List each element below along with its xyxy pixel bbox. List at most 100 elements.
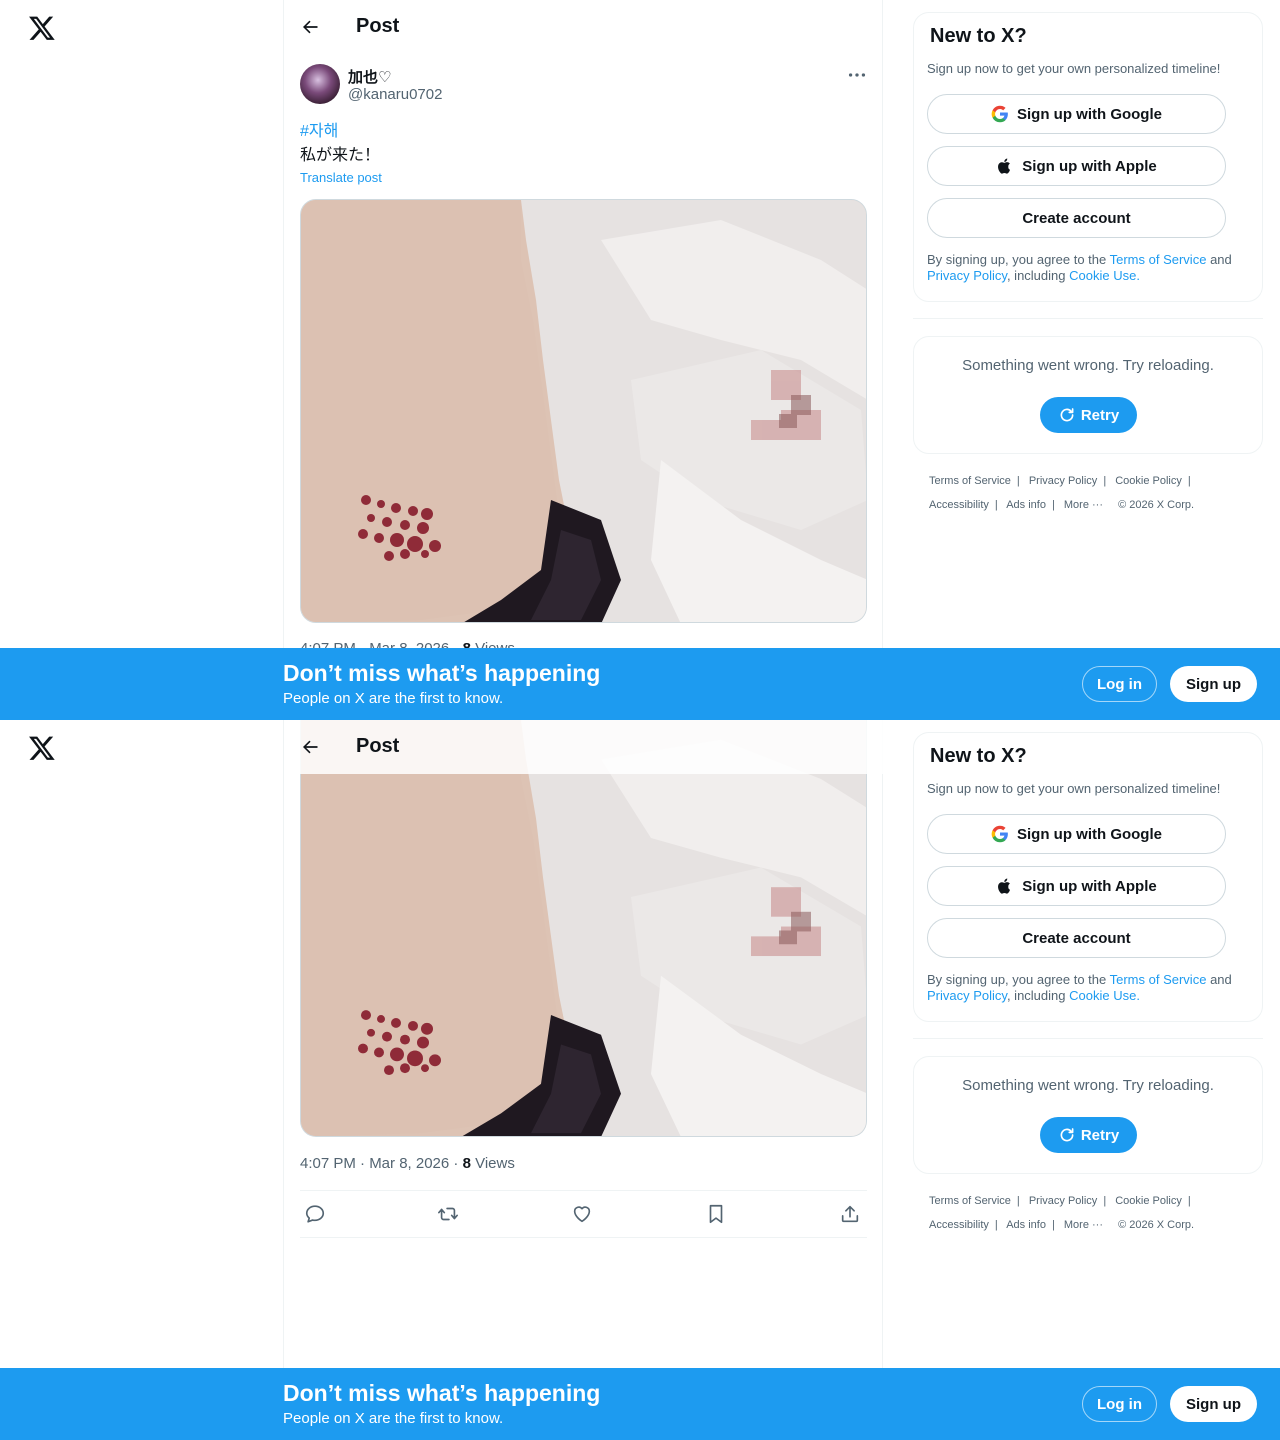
cookie-use-link[interactable]: Cookie Use. bbox=[1069, 268, 1140, 283]
login-banner: Don’t miss what’s happening People on X … bbox=[0, 1368, 1280, 1440]
signup-apple-button[interactable]: Sign up with Apple bbox=[927, 866, 1226, 906]
footer-links: Terms of Service | Privacy Policy | Cookie… bbox=[929, 475, 1195, 511]
post-text: #자해 私が来た！ bbox=[300, 120, 380, 168]
more-icon[interactable] bbox=[846, 68, 868, 82]
apple-icon bbox=[996, 157, 1014, 175]
retry-button[interactable]: Retry bbox=[1040, 397, 1137, 433]
cookie-use-link[interactable]: Cookie Use. bbox=[1069, 988, 1140, 1003]
reply-icon[interactable] bbox=[304, 1203, 326, 1225]
footer-ads-link[interactable]: Ads info bbox=[1006, 1219, 1046, 1231]
footer-privacy-link[interactable]: Privacy Policy bbox=[1029, 475, 1097, 487]
footer-links: Terms of Service | Privacy Policy | Cookie… bbox=[929, 1195, 1195, 1231]
apple-icon bbox=[996, 877, 1014, 895]
signup-apple-button[interactable]: Sign up with Apple bbox=[927, 146, 1226, 186]
signup-button[interactable]: Sign up bbox=[1170, 1386, 1257, 1422]
footer-terms-link[interactable]: Terms of Service bbox=[929, 475, 1011, 487]
main-column: Post 加也♡ @kanaru0702 #자해 私が来た！ Translate… bbox=[283, 0, 883, 720]
retry-button[interactable]: Retry bbox=[1040, 1117, 1137, 1153]
create-account-button[interactable]: Create account bbox=[927, 198, 1226, 238]
back-arrow-icon[interactable] bbox=[300, 737, 320, 757]
footer-accessibility-link[interactable]: Accessibility bbox=[929, 1219, 989, 1231]
viewport-top: Post 加也♡ @kanaru0702 #자해 私が来た！ Translate… bbox=[0, 0, 1280, 720]
signup-subtitle: Sign up now to get your own personalized… bbox=[927, 61, 1221, 76]
login-button[interactable]: Log in bbox=[1082, 666, 1157, 702]
views-label: Views bbox=[475, 1155, 515, 1172]
x-logo-icon[interactable] bbox=[28, 734, 56, 762]
post-header: Post bbox=[284, 720, 883, 774]
legal-prefix: By signing up, you agree to the bbox=[927, 972, 1107, 987]
bookmark-icon[interactable] bbox=[705, 1203, 727, 1225]
signup-legal-text: By signing up, you agree to the Terms of… bbox=[927, 972, 1251, 1004]
footer-cookie-link[interactable]: Cookie Policy bbox=[1115, 1195, 1182, 1207]
banner-title: Don’t miss what’s happening bbox=[283, 1380, 601, 1406]
author-handle[interactable]: @kanaru0702 bbox=[348, 86, 442, 103]
google-button-label: Sign up with Google bbox=[1017, 105, 1162, 123]
privacy-link[interactable]: Privacy Policy bbox=[927, 988, 1007, 1003]
legal-including: , including bbox=[1006, 268, 1066, 283]
post-time[interactable]: 4:07 PM · Mar 8, 2026 bbox=[300, 1155, 449, 1172]
create-account-label: Create account bbox=[1022, 209, 1131, 227]
legal-prefix: By signing up, you agree to the bbox=[927, 252, 1107, 267]
retry-label: Retry bbox=[1080, 406, 1120, 424]
legal-including: , including bbox=[1006, 988, 1066, 1003]
error-message: Something went wrong. Try reloading. bbox=[962, 1077, 1214, 1094]
post-actions bbox=[300, 1190, 867, 1238]
post-media-image[interactable] bbox=[300, 199, 867, 623]
error-card: Something went wrong. Try reloading. Ret… bbox=[913, 336, 1263, 454]
back-arrow-icon[interactable] bbox=[300, 17, 320, 37]
retry-label: Retry bbox=[1080, 1126, 1120, 1144]
refresh-icon bbox=[1058, 1126, 1076, 1144]
footer-copyright: © 2026 X Corp. bbox=[1118, 1219, 1195, 1231]
like-icon[interactable] bbox=[571, 1203, 593, 1225]
refresh-icon bbox=[1058, 406, 1076, 424]
avatar[interactable] bbox=[300, 64, 340, 104]
google-icon bbox=[991, 825, 1009, 843]
login-button[interactable]: Log in bbox=[1082, 1386, 1157, 1422]
banner-subtitle: People on X are the first to know. bbox=[283, 690, 504, 707]
share-icon[interactable] bbox=[839, 1203, 861, 1225]
views-count: 8 bbox=[462, 1155, 471, 1172]
main-column: Post 4:07 PM · Mar 8, 2026 · 8 Views bbox=[283, 720, 883, 1440]
signup-google-button[interactable]: Sign up with Google bbox=[927, 814, 1226, 854]
footer-ads-link[interactable]: Ads info bbox=[1006, 499, 1046, 511]
privacy-link[interactable]: Privacy Policy bbox=[927, 268, 1007, 283]
create-account-button[interactable]: Create account bbox=[927, 918, 1226, 958]
signup-button[interactable]: Sign up bbox=[1170, 666, 1257, 702]
signup-title: New to X? bbox=[930, 25, 1027, 47]
post-media-image[interactable] bbox=[300, 720, 867, 1137]
signup-google-button[interactable]: Sign up with Google bbox=[927, 94, 1226, 134]
error-message: Something went wrong. Try reloading. bbox=[962, 357, 1214, 374]
page-title: Post bbox=[356, 735, 400, 757]
signup-subtitle: Sign up now to get your own personalized… bbox=[927, 781, 1221, 796]
viewport-bottom: Post 4:07 PM · Mar 8, 2026 · 8 Views New… bbox=[0, 720, 1280, 1440]
legal-and: and bbox=[1210, 972, 1232, 987]
post-author: 加也♡ @kanaru0702 bbox=[300, 64, 868, 106]
signup-card: New to X? Sign up now to get your own pe… bbox=[913, 732, 1263, 1022]
banner-title: Don’t miss what’s happening bbox=[283, 660, 601, 686]
x-logo-icon[interactable] bbox=[28, 14, 56, 42]
google-button-label: Sign up with Google bbox=[1017, 825, 1162, 843]
terms-link[interactable]: Terms of Service bbox=[1110, 252, 1207, 267]
apple-button-label: Sign up with Apple bbox=[1022, 877, 1157, 895]
footer-accessibility-link[interactable]: Accessibility bbox=[929, 499, 989, 511]
translate-post-link[interactable]: Translate post bbox=[300, 170, 382, 185]
footer-privacy-link[interactable]: Privacy Policy bbox=[1029, 1195, 1097, 1207]
post-timestamp: 4:07 PM · Mar 8, 2026 · 8 Views bbox=[300, 1155, 515, 1172]
footer-more-link[interactable]: More ··· bbox=[1064, 1219, 1103, 1231]
terms-link[interactable]: Terms of Service bbox=[1110, 972, 1207, 987]
post-body: 私が来た！ bbox=[300, 147, 381, 164]
hashtag-link[interactable]: #자해 bbox=[300, 120, 380, 144]
footer-more-link[interactable]: More ··· bbox=[1064, 499, 1103, 511]
author-name[interactable]: 加也♡ bbox=[348, 66, 391, 87]
signup-title: New to X? bbox=[930, 745, 1027, 767]
login-banner: Don’t miss what’s happening People on X … bbox=[0, 648, 1280, 720]
footer-cookie-link[interactable]: Cookie Policy bbox=[1115, 475, 1182, 487]
signup-card: New to X? Sign up now to get your own pe… bbox=[913, 12, 1263, 302]
post-header: Post bbox=[284, 0, 883, 54]
error-card: Something went wrong. Try reloading. Ret… bbox=[913, 1056, 1263, 1174]
divider bbox=[913, 1038, 1263, 1039]
google-icon bbox=[991, 105, 1009, 123]
repost-icon[interactable] bbox=[437, 1203, 459, 1225]
footer-terms-link[interactable]: Terms of Service bbox=[929, 1195, 1011, 1207]
create-account-label: Create account bbox=[1022, 929, 1131, 947]
